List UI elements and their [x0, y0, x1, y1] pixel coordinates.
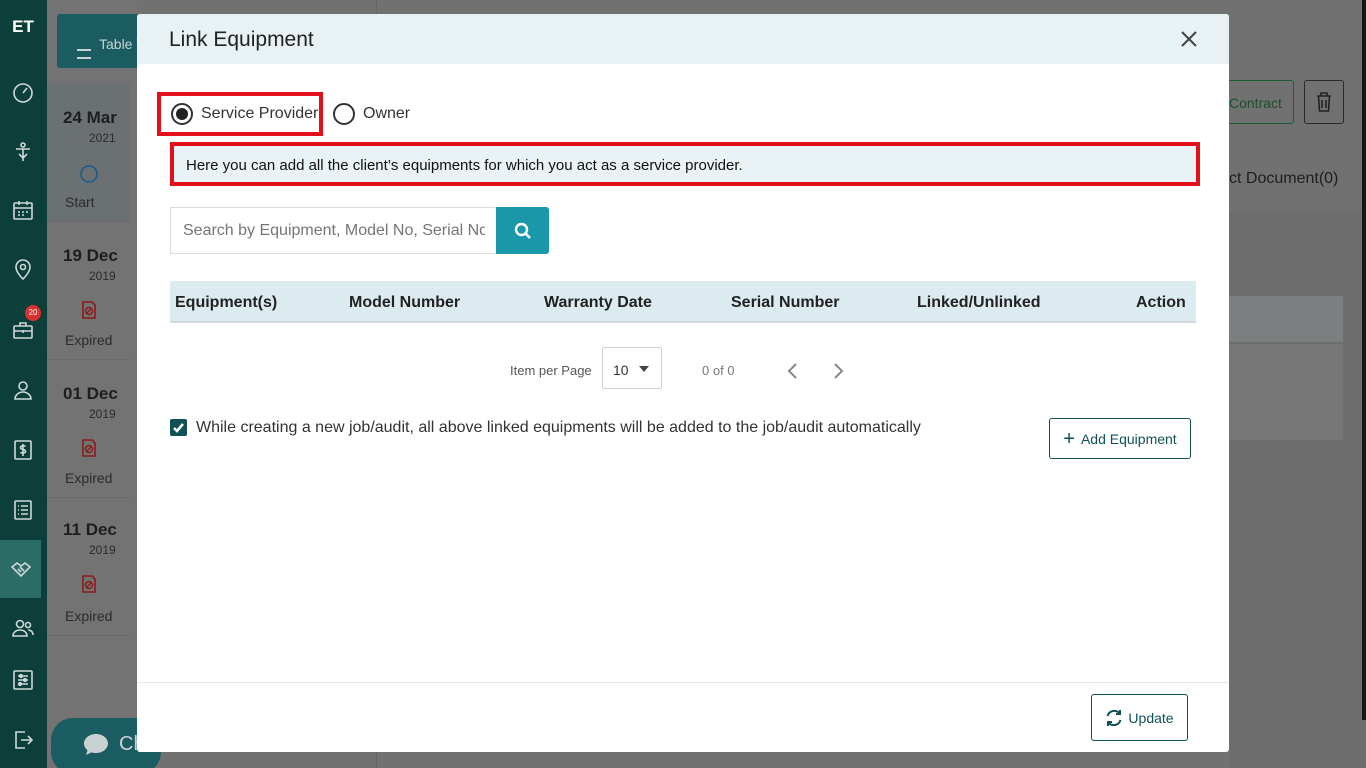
radio-label: Service Provider	[201, 105, 319, 122]
page-count: 0 of 0	[702, 363, 735, 378]
list-icon[interactable]	[7, 494, 39, 526]
close-button[interactable]	[1177, 27, 1201, 51]
background-row	[1229, 296, 1343, 342]
settings-sliders-icon[interactable]	[7, 664, 39, 696]
close-icon	[1181, 31, 1197, 47]
chat-bubble-icon	[84, 734, 108, 755]
next-page-button[interactable]	[830, 361, 846, 381]
trash-icon	[1317, 92, 1331, 112]
refresh-icon	[1106, 709, 1122, 726]
column-header[interactable]: Action	[1136, 294, 1186, 312]
delete-button[interactable]	[1304, 80, 1344, 124]
modal-header: Link Equipment	[137, 14, 1229, 64]
modal-footer	[137, 682, 1229, 752]
auto-add-checkbox[interactable]	[170, 419, 187, 436]
left-sidebar: ET 20	[0, 0, 47, 768]
column-header[interactable]: Linked/Unlinked	[917, 294, 1041, 312]
add-equipment-button[interactable]: + Add Equipment	[1049, 418, 1191, 459]
chevron-left-icon	[787, 363, 797, 379]
calendar-icon[interactable]	[7, 194, 39, 226]
search-input[interactable]	[170, 207, 497, 254]
info-message: Here you can add all the client’s equipm…	[170, 142, 1200, 186]
column-header[interactable]: Equipment(s)	[175, 294, 277, 312]
column-header[interactable]: Warranty Date	[544, 294, 652, 312]
expired-document-icon	[82, 439, 96, 457]
date-item[interactable]: 11 Dec 2019 Expired	[47, 498, 130, 636]
auto-add-label[interactable]: While creating a new job/audit, all abov…	[196, 419, 921, 437]
chevron-right-icon	[834, 363, 844, 379]
radio-unchecked-icon[interactable]	[333, 103, 355, 125]
caret-down-icon	[639, 366, 649, 372]
expired-document-icon	[82, 575, 96, 593]
items-per-page-select[interactable]: 10	[602, 347, 662, 389]
logout-icon[interactable]	[7, 724, 39, 756]
location-icon[interactable]	[7, 254, 39, 286]
link-equipment-modal: Link Equipment Service Provider Owner He…	[137, 14, 1229, 752]
dashboard-icon[interactable]	[7, 76, 39, 108]
search-icon	[514, 222, 531, 239]
user-icon[interactable]	[7, 374, 39, 406]
column-header[interactable]: Serial Number	[731, 294, 839, 312]
notification-badge: 20	[25, 305, 41, 321]
scrollbar[interactable]	[1362, 0, 1366, 720]
checkmark-icon	[173, 423, 184, 433]
radio-label: Owner	[363, 105, 411, 122]
modal-title: Link Equipment	[169, 28, 314, 51]
column-header[interactable]: Model Number	[349, 294, 460, 312]
plus-icon: +	[1063, 427, 1075, 450]
equipment-table-header: Equipment(s) Model Number Warranty Date …	[170, 281, 1196, 323]
radio-service-provider[interactable]: Service Provider	[157, 92, 323, 136]
dollar-icon[interactable]	[7, 434, 39, 466]
expired-document-icon	[82, 301, 96, 319]
funnel-icon[interactable]	[7, 136, 39, 168]
list-icon	[77, 49, 91, 59]
update-button[interactable]: Update	[1091, 694, 1188, 741]
background-row	[1229, 344, 1343, 440]
items-per-page-label: Item per Page	[510, 363, 592, 378]
date-item[interactable]: 01 Dec 2019 Expired	[47, 360, 130, 498]
handshake-icon[interactable]	[0, 540, 41, 598]
radio-checked-icon[interactable]	[171, 103, 193, 125]
prev-page-button[interactable]	[785, 361, 801, 381]
app-logo[interactable]: ET	[8, 12, 38, 42]
users-icon[interactable]	[7, 612, 39, 644]
date-item[interactable]: 19 Dec 2019 Expired	[47, 222, 130, 360]
search-button[interactable]	[496, 207, 549, 254]
circle-status-icon	[80, 165, 98, 183]
document-tab[interactable]: ct Document(0)	[1229, 170, 1338, 188]
radio-owner[interactable]: Owner	[333, 92, 410, 136]
date-item[interactable]: 24 Mar 2021 Start	[47, 84, 130, 222]
